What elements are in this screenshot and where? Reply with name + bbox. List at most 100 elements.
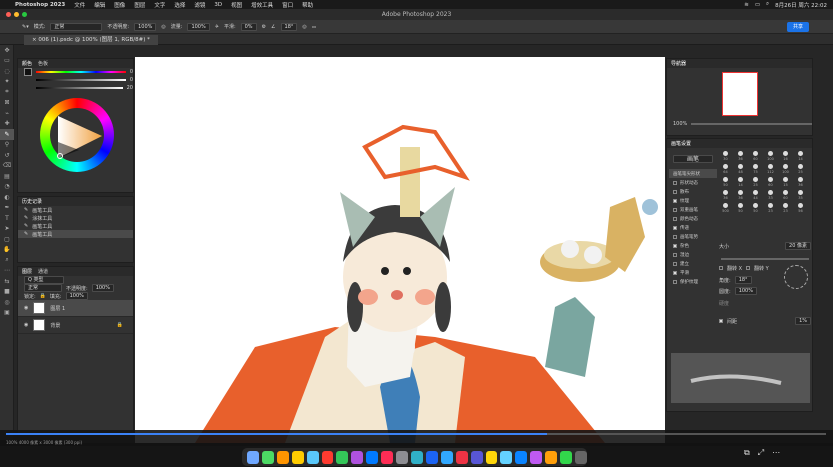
dock-app-icon[interactable]	[515, 450, 528, 464]
brush-option-checkbox[interactable]	[673, 234, 677, 239]
brush-option-item[interactable]: 建立	[669, 259, 717, 268]
brush-option-item[interactable]: 双重画笔	[669, 205, 717, 214]
hand-tool-icon[interactable]: ✋	[0, 245, 14, 256]
brush-option-item[interactable]: 湿边	[669, 250, 717, 259]
zoom-value[interactable]: 100%	[673, 121, 687, 127]
tab-layers[interactable]: 图层	[22, 268, 32, 275]
frame-tool-icon[interactable]: ⊠	[0, 98, 14, 109]
layer-row[interactable]: ◉ 背景 🔒	[18, 317, 133, 334]
brush-option-checkbox[interactable]	[673, 261, 677, 266]
spacing-checkbox[interactable]	[719, 319, 723, 323]
brush-option-checkbox[interactable]	[673, 243, 677, 248]
brush-tip-cell[interactable]: 14	[794, 150, 807, 161]
brush-option-checkbox[interactable]	[673, 279, 677, 284]
angle-roundness-widget[interactable]	[784, 265, 808, 289]
dock-app-icon[interactable]	[545, 450, 558, 464]
more-tool-icon[interactable]: ⋯	[0, 266, 14, 277]
gradient-tool-icon[interactable]: ▤	[0, 171, 14, 182]
brush-tip-cell[interactable]: 60	[749, 150, 762, 161]
quick-select-tool-icon[interactable]: ✦	[0, 77, 14, 88]
brush-option-item[interactable]: 纹理	[669, 196, 717, 205]
menu-item-window[interactable]: 窗口	[282, 1, 293, 9]
brush-tip-cell[interactable]: 50	[719, 176, 732, 187]
brush-tip-cell[interactable]: 25	[749, 176, 762, 187]
brush-tool-icon[interactable]: ✎	[0, 129, 14, 140]
smoothing-field[interactable]: 0%	[240, 22, 257, 31]
tab-channels[interactable]: 通道	[38, 268, 48, 275]
dock-app-icon[interactable]	[291, 450, 304, 464]
dock-app-icon[interactable]	[306, 450, 319, 464]
zoom-tool-icon[interactable]: ⌕	[0, 255, 14, 266]
tip-shape-option[interactable]: 画笔笔尖形状	[669, 169, 717, 178]
dock-app-icon[interactable]	[530, 450, 543, 464]
brush-tip-cell[interactable]: 100	[764, 150, 777, 161]
menu-item-3d[interactable]: 3D	[214, 2, 222, 8]
brush-tip-cell[interactable]: 60	[764, 176, 777, 187]
clone-stamp-tool-icon[interactable]: ⚲	[0, 140, 14, 151]
brush-tip-cell[interactable]: 112	[764, 163, 777, 174]
path-select-tool-icon[interactable]: ➤	[0, 224, 14, 235]
brush-tip-cell[interactable]: 16	[779, 150, 792, 161]
fullscreen-icon[interactable]: ⤢	[758, 448, 764, 460]
fill-field[interactable]: 100%	[65, 292, 88, 300]
zoom-slider[interactable]	[691, 123, 812, 125]
angle-field[interactable]: 18°	[734, 276, 752, 284]
dock-app-icon[interactable]	[381, 450, 394, 464]
blend-mode-select[interactable]: 正常	[24, 284, 62, 292]
brush-tip-cell[interactable]: 56	[794, 202, 807, 213]
brush-tip-cell[interactable]: 36	[734, 189, 747, 200]
dock-app-icon[interactable]	[574, 450, 587, 464]
color-swap-tool-icon[interactable]: ⇆	[0, 276, 14, 287]
color-triangle[interactable]	[54, 112, 104, 162]
screen-mode-tool-icon[interactable]: ▣	[0, 308, 14, 319]
brush-option-item[interactable]: 形状动态	[669, 178, 717, 187]
size-field[interactable]: 20 像素	[785, 242, 811, 250]
tab-history[interactable]: 历史记录	[22, 198, 42, 205]
roundness-field[interactable]: 100%	[734, 287, 757, 295]
angle-field[interactable]: 18°	[280, 22, 298, 31]
brush-tip-cell[interactable]: 23	[779, 202, 792, 213]
menu-item-type[interactable]: 文字	[154, 1, 165, 9]
brush-tip-cell[interactable]: 33	[764, 189, 777, 200]
brush-tip-cell[interactable]: 36	[794, 176, 807, 187]
layer-kind-filter[interactable]: Q 类型	[24, 276, 64, 284]
clock[interactable]: 8月26日 周六 22:02	[775, 1, 827, 9]
dock-app-icon[interactable]	[485, 450, 498, 464]
brush-option-item[interactable]: 颜色动态	[669, 214, 717, 223]
brushes-button[interactable]: 画笔	[673, 155, 713, 163]
dock-app-icon[interactable]	[470, 450, 483, 464]
brush-tip-cell[interactable]: 35	[794, 189, 807, 200]
menu-item-image[interactable]: 图像	[114, 1, 125, 9]
pip-icon[interactable]: ⧉	[744, 448, 750, 460]
close-window-button[interactable]	[6, 12, 11, 17]
tab-swatches[interactable]: 色板	[38, 60, 48, 67]
crop-tool-icon[interactable]: ⌗	[0, 87, 14, 98]
brush-tip-cell[interactable]: 30	[719, 150, 732, 161]
brush-option-checkbox[interactable]	[673, 216, 677, 221]
brush-tip-cell[interactable]: 100	[779, 163, 792, 174]
dodge-tool-icon[interactable]: ◐	[0, 192, 14, 203]
brush-tip-cell[interactable]: 60	[779, 189, 792, 200]
menu-item-help[interactable]: 帮助	[302, 1, 313, 9]
dock-app-icon[interactable]	[336, 450, 349, 464]
brush-option-checkbox[interactable]	[673, 270, 677, 275]
brush-option-item[interactable]: 传递	[669, 223, 717, 232]
brush-tip-cell[interactable]: 14	[734, 176, 747, 187]
eraser-tool-icon[interactable]: ⌫	[0, 161, 14, 172]
dock-app-icon[interactable]	[351, 450, 364, 464]
menu-item-edit[interactable]: 编辑	[94, 1, 105, 9]
history-item-current[interactable]: ✎ 画笔工具	[18, 230, 133, 238]
brush-tip-cell[interactable]: 64	[719, 163, 732, 174]
spacing-field[interactable]: 1%	[795, 317, 811, 325]
brush-tip-cell[interactable]: 500	[719, 202, 732, 213]
brush-option-checkbox[interactable]	[673, 198, 677, 203]
fg-bg-tool-icon[interactable]: ■	[0, 287, 14, 298]
share-button[interactable]: 共享	[786, 22, 809, 32]
dock-app-icon[interactable]	[247, 450, 259, 464]
brush-option-checkbox[interactable]	[673, 225, 677, 230]
dock-app-icon[interactable]	[455, 450, 468, 464]
mode-select[interactable]: 正常	[50, 22, 103, 31]
flip-y-checkbox[interactable]	[746, 266, 751, 270]
eye-icon[interactable]: ◉	[24, 322, 28, 328]
opacity-field[interactable]: 100%	[134, 22, 157, 31]
